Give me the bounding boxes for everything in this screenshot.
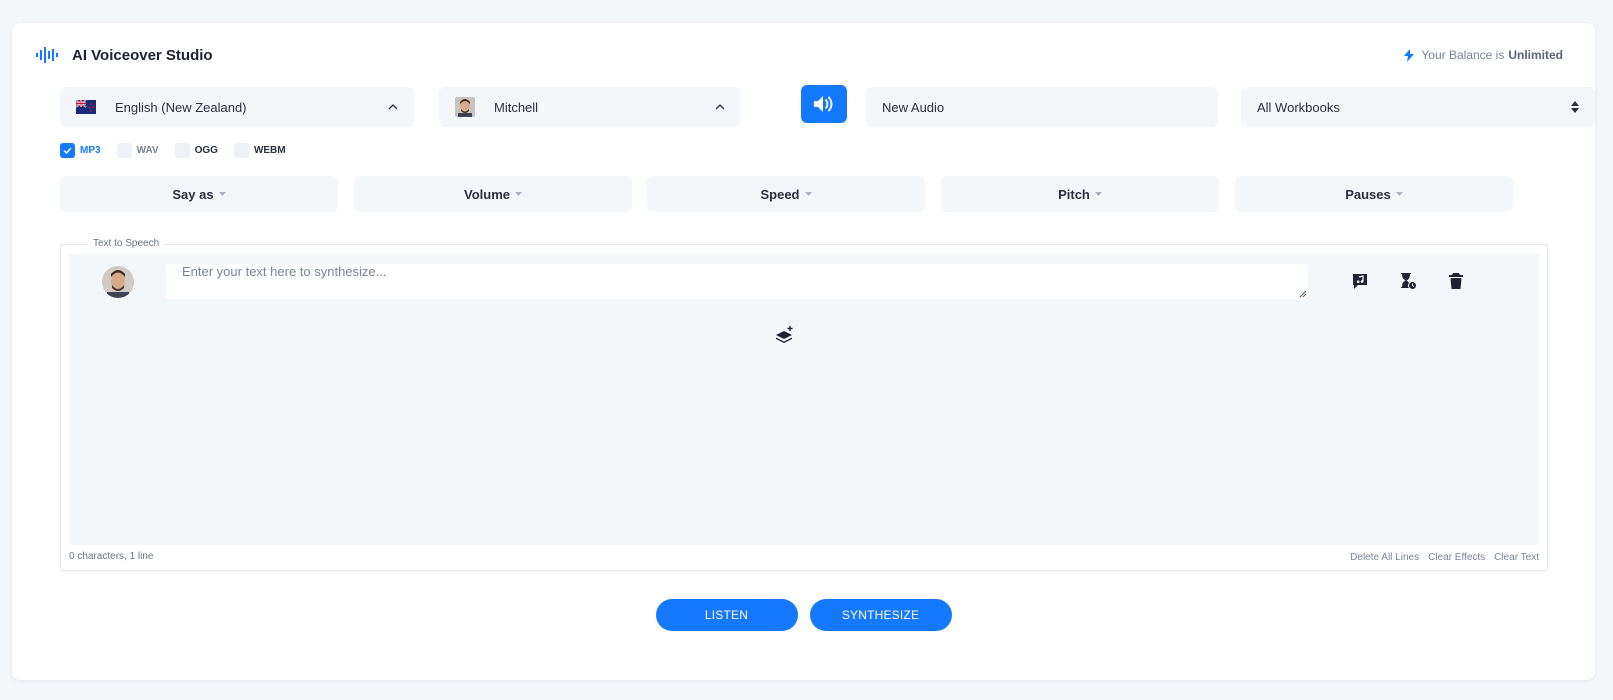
format-label: MP3	[80, 145, 101, 156]
avatar	[102, 266, 134, 298]
check-icon	[63, 147, 72, 154]
effect-pauses[interactable]: Pauses	[1235, 176, 1513, 212]
line-pause-button[interactable]	[1397, 270, 1419, 292]
effect-label: Pitch	[1058, 186, 1090, 202]
tts-lines-area	[69, 254, 1539, 545]
balance-value: Unlimited	[1508, 48, 1563, 62]
effects-bar: Say as Volume Speed Pitch Pauses	[60, 176, 1548, 212]
format-label: WEBM	[253, 145, 286, 156]
header: AI Voiceover Studio Your Balance is Unli…	[36, 43, 1563, 67]
resize-grip-icon[interactable]	[1299, 290, 1307, 298]
caret-down-icon	[1395, 192, 1403, 196]
lightning-icon	[1404, 48, 1415, 62]
clear-effects-link[interactable]: Clear Effects	[1428, 552, 1485, 563]
caret-down-icon	[804, 192, 812, 196]
mp3-checkbox[interactable]	[60, 143, 75, 158]
workbook-label: All Workbooks	[1257, 99, 1340, 115]
speaker-icon	[814, 96, 833, 112]
format-wav[interactable]: WAV	[116, 143, 159, 158]
add-line-layers-icon[interactable]	[775, 325, 795, 345]
new-zealand-flag-icon	[76, 100, 96, 114]
ogg-checkbox[interactable]	[174, 143, 190, 158]
synthesize-button[interactable]: SYNTHESIZE	[809, 599, 952, 631]
trash-icon	[1449, 273, 1463, 289]
sort-arrows-icon	[1571, 101, 1579, 113]
effect-volume[interactable]: Volume	[354, 176, 632, 212]
format-options: MP3 WAV OGG WEBM	[60, 143, 302, 158]
effect-say-as[interactable]: Say as	[60, 176, 338, 212]
delete-all-lines-link[interactable]: Delete All Lines	[1350, 552, 1419, 563]
voice-label: Mitchell	[494, 99, 539, 115]
audio-wave-icon	[36, 47, 58, 63]
clear-text-link[interactable]: Clear Text	[1494, 552, 1539, 563]
format-label: WAV	[136, 145, 159, 156]
app-title: AI Voiceover Studio	[72, 46, 213, 64]
effect-speed[interactable]: Speed	[647, 176, 925, 212]
character-count: 0 characters, 1 line	[69, 551, 154, 562]
line-voice-avatar[interactable]	[102, 266, 134, 298]
format-webm[interactable]: WEBM	[233, 143, 286, 158]
webm-checkbox[interactable]	[233, 143, 249, 158]
music-bubble-icon	[1353, 274, 1367, 289]
line-tools	[1349, 270, 1493, 292]
language-label: English (New Zealand)	[115, 99, 247, 115]
line-delete-button[interactable]	[1445, 270, 1467, 292]
text-to-speech-panel: Text to Speech Enter your text here to s…	[60, 238, 1548, 571]
voice-select[interactable]: Mitchell	[439, 87, 741, 127]
hourglass-clock-icon	[1401, 273, 1417, 290]
effect-label: Speed	[760, 186, 800, 202]
caret-down-icon	[218, 192, 226, 196]
language-select[interactable]: English (New Zealand)	[60, 87, 414, 127]
workbook-select[interactable]: All Workbooks	[1241, 87, 1595, 127]
caret-down-icon	[1094, 192, 1102, 196]
studio-card: AI Voiceover Studio Your Balance is Unli…	[12, 23, 1595, 680]
caret-down-icon	[515, 192, 522, 196]
tts-legend: Text to Speech	[88, 238, 165, 249]
action-buttons: LISTEN SYNTHESIZE	[12, 599, 1595, 631]
format-ogg[interactable]: OGG	[174, 143, 218, 158]
effect-label: Pauses	[1345, 186, 1391, 202]
listen-button[interactable]: LISTEN	[655, 599, 798, 631]
wav-checkbox[interactable]	[116, 143, 132, 158]
line-audio-effect-button[interactable]	[1349, 270, 1371, 292]
chevron-up-icon	[715, 104, 725, 110]
preview-voice-button[interactable]	[801, 85, 847, 123]
balance-indicator: Your Balance is Unlimited	[1404, 48, 1563, 62]
tts-footer-links: Delete All Lines Clear Effects Clear Tex…	[1341, 552, 1539, 563]
balance-prefix: Your Balance is	[1421, 48, 1505, 62]
format-mp3[interactable]: MP3	[60, 143, 101, 158]
voice-avatar	[455, 97, 475, 117]
tts-text-input[interactable]	[166, 264, 1308, 299]
format-label: OGG	[194, 145, 218, 156]
chevron-up-icon	[388, 104, 398, 110]
audio-name-input[interactable]	[866, 87, 1218, 127]
effect-label: Say as	[172, 186, 214, 202]
effect-label: Volume	[464, 186, 510, 202]
effect-pitch[interactable]: Pitch	[941, 176, 1219, 212]
